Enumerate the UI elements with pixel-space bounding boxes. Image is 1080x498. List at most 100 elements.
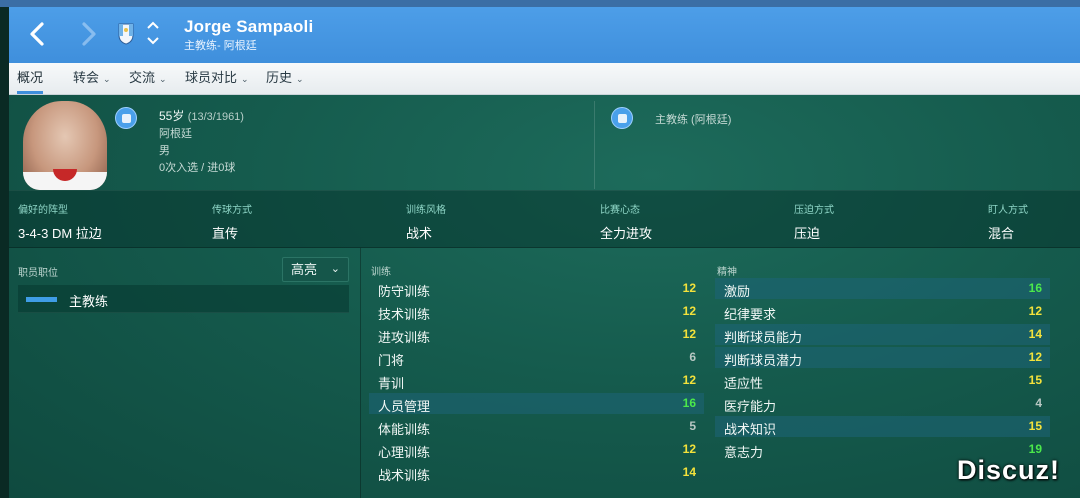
tab-label: 交流 xyxy=(129,70,156,85)
gender-text: 男 xyxy=(159,145,170,157)
attribute-name: 门将 xyxy=(378,353,405,368)
attribute-row[interactable]: 战术知识 15 xyxy=(715,416,1050,437)
age-text: 55岁 xyxy=(159,109,185,123)
role-row[interactable]: 主教练 xyxy=(18,285,349,313)
attribute-value: 16 xyxy=(682,396,696,410)
chevron-down-icon: ⌄ xyxy=(241,74,249,84)
tactic-label: 比赛心态 xyxy=(600,205,640,216)
tab-history[interactable]: 历史 ⌄ xyxy=(266,63,304,94)
attribute-value: 12 xyxy=(682,442,696,456)
attribute-value: 14 xyxy=(682,465,696,479)
caps-text: 0次入选 / 进0球 xyxy=(159,162,236,174)
nation-flag-icon[interactable] xyxy=(115,107,137,129)
nation-text[interactable]: 阿根廷 xyxy=(159,125,192,141)
attribute-row[interactable]: 战术训练 14 xyxy=(369,462,704,483)
attribute-row[interactable]: 适应性 15 xyxy=(715,370,1050,391)
attribute-row[interactable]: 心理训练 12 xyxy=(369,439,704,460)
profile-section: 55岁 (13/3/1961) 阿根廷 男 0次入选 / 进0球 主教练 (阿根… xyxy=(9,95,1080,190)
column-divider xyxy=(360,248,361,498)
attribute-name: 判断球员潜力 xyxy=(724,353,803,368)
attribute-name: 战术训练 xyxy=(378,468,431,483)
mental-heading: 精神 xyxy=(717,267,737,278)
tactic-formation: 偏好的阵型 3-4-3 DM 拉边 xyxy=(18,201,102,242)
divider xyxy=(594,101,595,189)
attribute-value: 15 xyxy=(1028,419,1042,433)
tactic-value: 压迫 xyxy=(794,226,821,241)
dob-text: (13/3/1961) xyxy=(187,111,244,123)
attribute-name: 意志力 xyxy=(724,445,764,460)
attribute-name: 防守训练 xyxy=(378,284,431,299)
argentina-crest-icon xyxy=(118,23,134,45)
attribute-name: 人员管理 xyxy=(378,399,431,414)
top-strip xyxy=(0,0,1080,7)
attribute-value: 12 xyxy=(1028,304,1042,318)
left-edge xyxy=(0,7,9,498)
attribute-name: 心理训练 xyxy=(378,445,431,460)
staff-roles-panel: 职员职位 高亮 ⌄ 主教练 xyxy=(9,248,359,498)
roles-label: 职员职位 xyxy=(18,268,58,279)
attribute-row[interactable]: 进攻训练 12 xyxy=(369,324,704,345)
chevron-down-icon: ⌄ xyxy=(103,74,111,84)
attribute-name: 体能训练 xyxy=(378,422,431,437)
tab-label: 历史 xyxy=(266,70,293,85)
attribute-value: 12 xyxy=(682,373,696,387)
attribute-name: 技术训练 xyxy=(378,307,431,322)
attribute-row[interactable]: 技术训练 12 xyxy=(369,301,704,322)
watermark: Discuz! xyxy=(957,455,1061,485)
tactic-label: 传球方式 xyxy=(212,205,252,216)
tactic-label: 盯人方式 xyxy=(988,205,1028,216)
attribute-row[interactable]: 人员管理 16 xyxy=(369,393,704,414)
chevron-down-icon: ⌄ xyxy=(159,74,167,84)
back-arrow-icon[interactable] xyxy=(27,21,49,47)
attribute-row[interactable]: 激励 16 xyxy=(715,278,1050,299)
attribute-value: 12 xyxy=(1028,350,1042,364)
attribute-row[interactable]: 青训 12 xyxy=(369,370,704,391)
attribute-row[interactable]: 体能训练 5 xyxy=(369,416,704,437)
chevron-down-icon: ⌄ xyxy=(330,263,340,275)
job-club-icon[interactable] xyxy=(611,107,633,129)
forward-arrow-icon[interactable] xyxy=(77,21,99,47)
up-down-chevron-icon[interactable] xyxy=(145,17,161,49)
header-bar: Jorge Sampaoli 主教练- 阿根廷 xyxy=(9,7,1080,63)
highlight-dropdown[interactable]: 高亮 ⌄ xyxy=(282,257,349,282)
attribute-row[interactable]: 判断球员潜力 12 xyxy=(715,347,1050,368)
page-subtitle: 主教练- 阿根廷 xyxy=(184,40,257,52)
training-heading: 训练 xyxy=(371,267,391,278)
tab-transfer[interactable]: 转会 ⌄ xyxy=(73,63,111,94)
age-line: 55岁 (13/3/1961) xyxy=(159,107,244,124)
attribute-name: 判断球员能力 xyxy=(724,330,803,345)
tab-compare[interactable]: 球员对比 ⌄ xyxy=(185,63,249,94)
attribute-value: 5 xyxy=(689,419,696,433)
tab-label: 概况 xyxy=(17,70,44,85)
main-content: 55岁 (13/3/1961) 阿根廷 男 0次入选 / 进0球 主教练 (阿根… xyxy=(9,95,1080,498)
attribute-name: 青训 xyxy=(378,376,405,391)
attribute-value: 6 xyxy=(689,350,696,364)
avatar xyxy=(23,101,107,190)
attribute-value: 12 xyxy=(682,281,696,295)
tactic-value: 直传 xyxy=(212,226,239,241)
job-text[interactable]: 主教练 (阿根廷) xyxy=(655,111,731,127)
tab-overview[interactable]: 概况 xyxy=(17,63,44,94)
tactic-value: 战术 xyxy=(406,226,433,241)
tab-bar: 概况 转会 ⌄ 交流 ⌄ 球员对比 ⌄ 历史 ⌄ xyxy=(9,63,1080,95)
attribute-row[interactable]: 纪律要求 12 xyxy=(715,301,1050,322)
attribute-row[interactable]: 门将 6 xyxy=(369,347,704,368)
tactic-value: 混合 xyxy=(988,226,1015,241)
attribute-value: 15 xyxy=(1028,373,1042,387)
tab-communication[interactable]: 交流 ⌄ xyxy=(129,63,167,94)
tab-label: 转会 xyxy=(73,70,100,85)
attribute-name: 进攻训练 xyxy=(378,330,431,345)
dropdown-value: 高亮 xyxy=(291,262,318,277)
attribute-name: 适应性 xyxy=(724,376,764,391)
page-title: Jorge Sampaoli xyxy=(184,17,314,36)
chevron-down-icon: ⌄ xyxy=(296,74,304,84)
attribute-row[interactable]: 医疗能力 4 xyxy=(715,393,1050,414)
tactic-mentality: 比赛心态 全力进攻 xyxy=(600,201,652,242)
tactic-label: 训练风格 xyxy=(406,205,446,216)
tactic-label: 压迫方式 xyxy=(794,205,834,216)
attribute-value: 19 xyxy=(1028,442,1042,456)
attribute-row[interactable]: 判断球员能力 14 xyxy=(715,324,1050,345)
attribute-value: 4 xyxy=(1035,396,1042,410)
attribute-value: 14 xyxy=(1028,327,1042,341)
attribute-row[interactable]: 防守训练 12 xyxy=(369,278,704,299)
